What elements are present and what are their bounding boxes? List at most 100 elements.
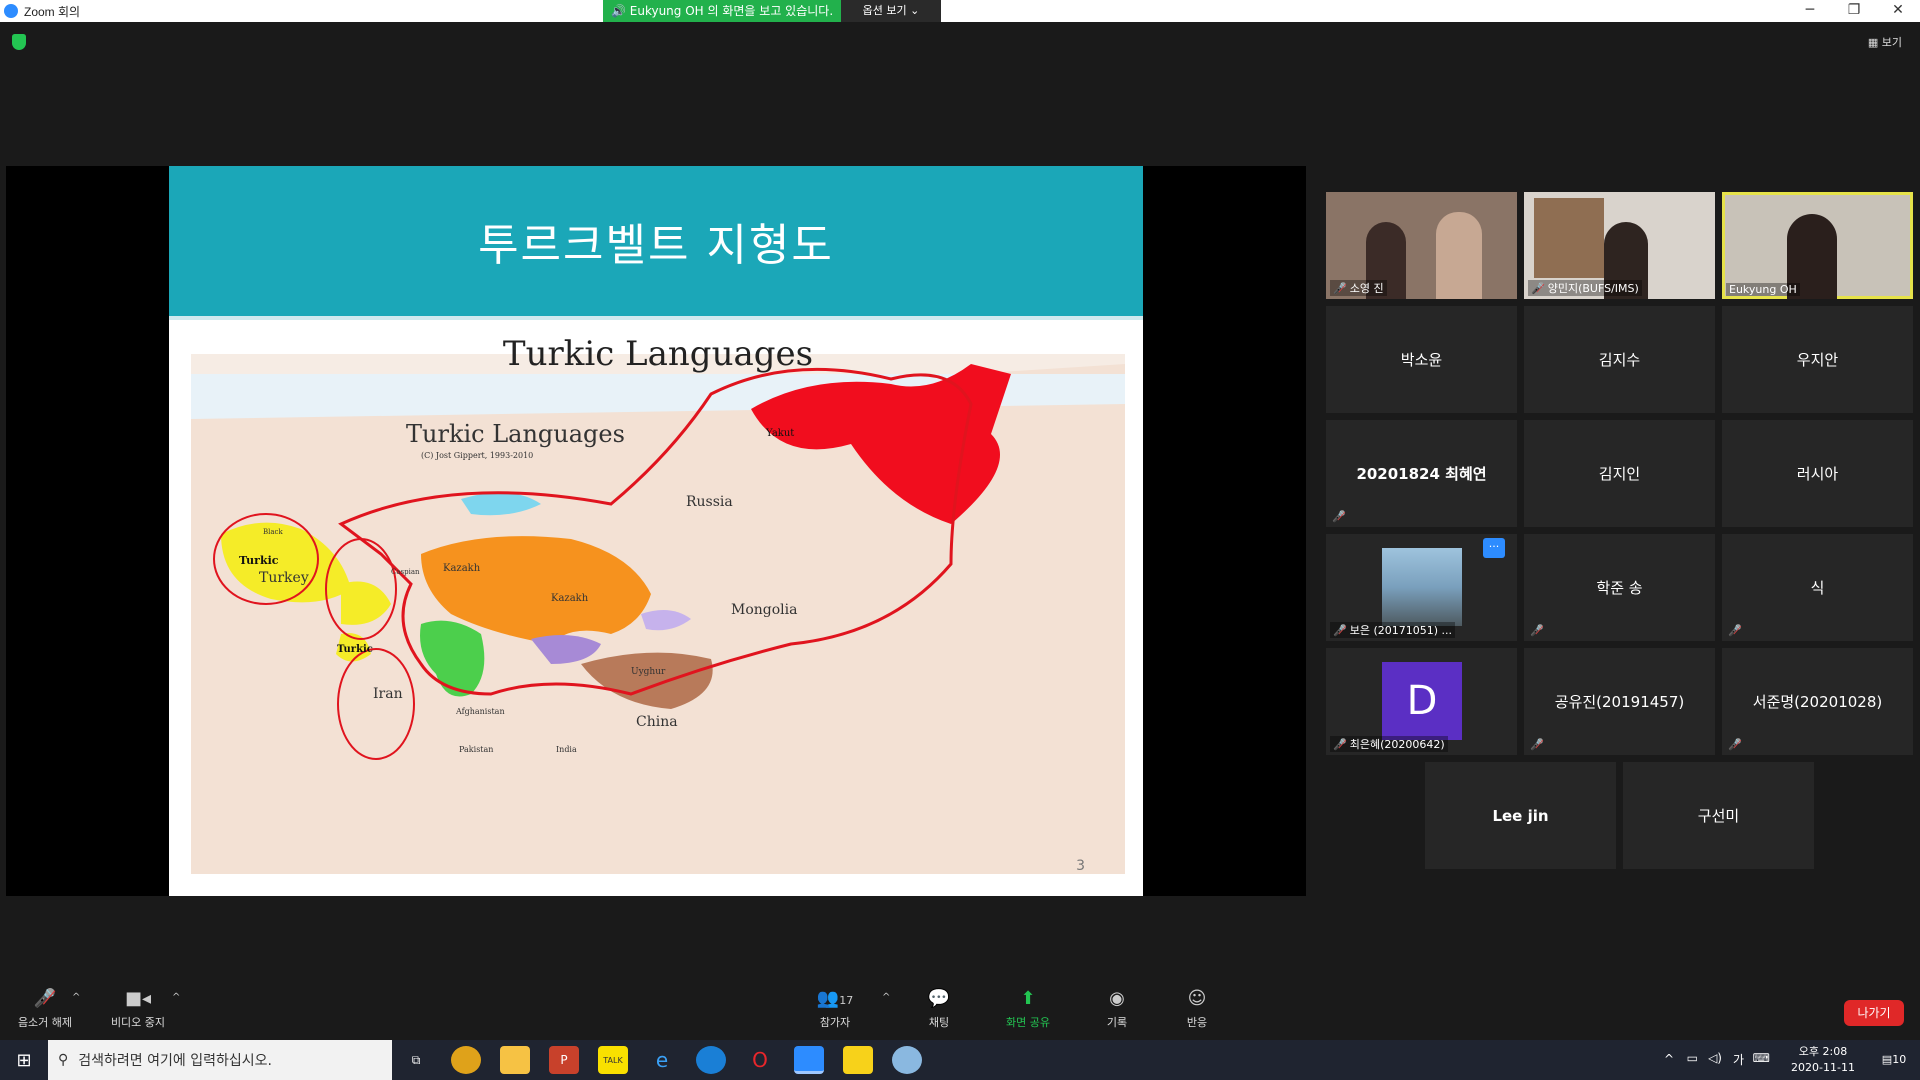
participants-button[interactable]: 👥17 참가자	[790, 988, 880, 1030]
minimize-button[interactable]: ─	[1788, 0, 1832, 22]
window-titlebar: Zoom 회의 🔊 Eukyung OH 의 화면을 보고 있습니다. 옵션 보…	[0, 0, 1920, 22]
notification-count: 10	[1892, 1053, 1907, 1066]
participant-name: 박소윤	[1400, 351, 1443, 369]
participant-tile[interactable]: 공유진(20191457) 🎤̸	[1524, 648, 1715, 755]
mic-muted-icon: 🎤̸	[1333, 282, 1347, 295]
view-options-button[interactable]: 옵션 보기 ⌄	[841, 0, 941, 22]
participants-count: 17	[839, 994, 854, 1007]
map-label-black: Black	[263, 528, 283, 536]
map-label-uyghur: Uyghur	[631, 667, 666, 677]
stop-video-button[interactable]: ■◂ 비디오 중지	[93, 988, 183, 1030]
close-button[interactable]: ✕	[1876, 0, 1920, 22]
map-copyright: (C) Jost Gippert, 1993-2010	[421, 451, 533, 460]
share-banner-text: Eukyung OH 의 화면을 보고 있습니다.	[629, 4, 834, 18]
reactions-label: 반응	[1186, 1016, 1208, 1029]
share-banner-message: 🔊 Eukyung OH 의 화면을 보고 있습니다.	[603, 0, 841, 22]
map-label-india: India	[556, 745, 577, 754]
participant-tile[interactable]: 김지인	[1524, 420, 1715, 527]
photo-image	[1382, 548, 1462, 626]
sticky-notes-icon[interactable]	[843, 1046, 873, 1074]
participant-name: 김지수	[1598, 351, 1641, 369]
participant-avatar: D	[1382, 662, 1462, 740]
participants-icon: 👥17	[816, 988, 854, 1009]
windows-start-icon[interactable]: ⊞	[0, 1040, 48, 1080]
zoom-icon	[4, 4, 18, 18]
leave-button[interactable]: 나가기	[1844, 1000, 1904, 1026]
grid-icon: ▦	[1867, 36, 1879, 49]
participant-tile[interactable]: 🎤̸ 양민지(BUFS/IMS)	[1524, 192, 1715, 299]
chat-button[interactable]: 💬 채팅	[894, 988, 984, 1030]
taskbar-search-box[interactable]: ⚲ 검색하려면 여기에 입력하십시오.	[48, 1040, 392, 1080]
participant-name: 식	[1810, 579, 1825, 597]
share-banner: 🔊 Eukyung OH 의 화면을 보고 있습니다. 옵션 보기 ⌄	[603, 0, 941, 22]
map-label-mongolia: Mongolia	[731, 602, 797, 618]
taskbar-clock[interactable]: 오후 2:08 2020-11-11	[1780, 1044, 1866, 1076]
participants-options-chevron-icon[interactable]: ^	[882, 992, 890, 1003]
volume-icon[interactable]: ◁)	[1708, 1051, 1722, 1065]
participant-tile[interactable]: 구선미	[1623, 762, 1814, 869]
security-shield-icon[interactable]	[12, 34, 26, 50]
shared-screen[interactable]: 투르크벨트 지형도 Turkic Languages (C) Jost Gipp…	[6, 166, 1306, 896]
keyboard-icon[interactable]: ⌨	[1753, 1051, 1770, 1065]
participant-tile[interactable]: 학준 송 🎤̸	[1524, 534, 1715, 641]
task-view-icon[interactable]: ⧉	[401, 1046, 431, 1074]
slide-header: 투르크벨트 지형도	[169, 166, 1143, 316]
participant-name: 구선미	[1697, 807, 1740, 825]
ime-indicator[interactable]: 가	[1733, 1051, 1744, 1068]
mic-muted-icon: 🎤̸	[1530, 738, 1544, 751]
zoom-taskbar-icon[interactable]	[794, 1046, 824, 1074]
opera-icon[interactable]: O	[745, 1046, 775, 1074]
participant-tile-active-speaker[interactable]: Eukyung OH	[1722, 192, 1913, 299]
participant-tile[interactable]: 러시아	[1722, 420, 1913, 527]
maximize-button[interactable]: ❐	[1832, 0, 1876, 22]
view-button[interactable]: ▦ 보기	[1868, 34, 1902, 50]
map-label-iran: Iran	[373, 686, 403, 702]
slide-page-number: 3	[1076, 858, 1085, 874]
participant-tile[interactable]: D 🎤̸ 최은혜(20200642)	[1326, 648, 1517, 755]
participant-tile[interactable]: 서준명(20201028) 🎤̸	[1722, 648, 1913, 755]
map-label-turkic-1: Turkic	[239, 554, 279, 567]
map-label-caspian: Caspian	[391, 568, 420, 576]
record-button[interactable]: ◉ 기록	[1072, 988, 1162, 1030]
map-subtitle: Turkic Languages	[406, 420, 625, 448]
turkic-languages-map: Turkic Languages (C) Jost Gippert, 1993-…	[191, 334, 1125, 874]
kakaotalk-icon[interactable]: TALK	[598, 1046, 628, 1074]
windows-taskbar: ⊞ ⚲ 검색하려면 여기에 입력하십시오. ⧉ P TALK e O ^ ▭ ◁…	[0, 1040, 1920, 1080]
edge-icon[interactable]	[696, 1046, 726, 1074]
file-explorer-icon[interactable]	[500, 1046, 530, 1074]
participant-tile[interactable]: 우지안	[1722, 306, 1913, 413]
participant-name: 학준 송	[1596, 579, 1643, 597]
meeting-toolbar: 🎤̸ 음소거 해제 ^ ■◂ 비디오 중지 ^ 👥17 참가자 ^ 💬 채팅 ⬆…	[0, 982, 1920, 1040]
share-screen-button[interactable]: ⬆ 화면 공유	[983, 988, 1073, 1030]
participant-name: 20201824 최혜연	[1356, 465, 1487, 483]
participant-tile[interactable]: 김지수	[1524, 306, 1715, 413]
internet-explorer-icon[interactable]: e	[647, 1046, 677, 1074]
tray-expand-icon[interactable]: ^	[1664, 1052, 1674, 1066]
participant-name: 러시아	[1796, 465, 1839, 483]
chrome-icon[interactable]	[451, 1046, 481, 1074]
participant-tile[interactable]: 🎤̸ 소영 진	[1326, 192, 1517, 299]
participant-name: 서준명(20201028)	[1752, 693, 1883, 711]
participant-tile[interactable]: Lee jin	[1425, 762, 1616, 869]
powerpoint-icon[interactable]: P	[549, 1046, 579, 1074]
participant-name: 김지인	[1598, 465, 1641, 483]
participant-tile[interactable]: 식 🎤̸	[1722, 534, 1913, 641]
notification-center-icon[interactable]: ▤10	[1880, 1048, 1908, 1072]
participant-tile[interactable]: 20201824 최혜연 🎤̸	[1326, 420, 1517, 527]
video-camera-icon: ■◂	[124, 988, 152, 1009]
more-options-button[interactable]: ···	[1483, 538, 1505, 558]
reactions-button[interactable]: ☺ 반응	[1152, 988, 1242, 1030]
slide-divider	[169, 316, 1143, 320]
paint-icon[interactable]	[892, 1046, 922, 1074]
participant-tile[interactable]: 박소윤	[1326, 306, 1517, 413]
mic-muted-icon: 🎤̸	[1728, 624, 1742, 637]
audio-options-chevron-icon[interactable]: ^	[72, 992, 80, 1003]
mic-muted-icon: 🎤̸	[1530, 624, 1544, 637]
mic-muted-icon: 🎤̸	[1333, 738, 1347, 751]
mic-muted-icon: 🎤̸	[1728, 738, 1742, 751]
participant-tile[interactable]: 🎤̸ 보은 (20171051) ... ···	[1326, 534, 1517, 641]
video-options-chevron-icon[interactable]: ^	[172, 992, 180, 1003]
participant-name: Eukyung OH	[1726, 283, 1800, 296]
map-label-turkic-2: Turkic	[337, 644, 373, 655]
network-icon[interactable]: ▭	[1687, 1051, 1698, 1065]
